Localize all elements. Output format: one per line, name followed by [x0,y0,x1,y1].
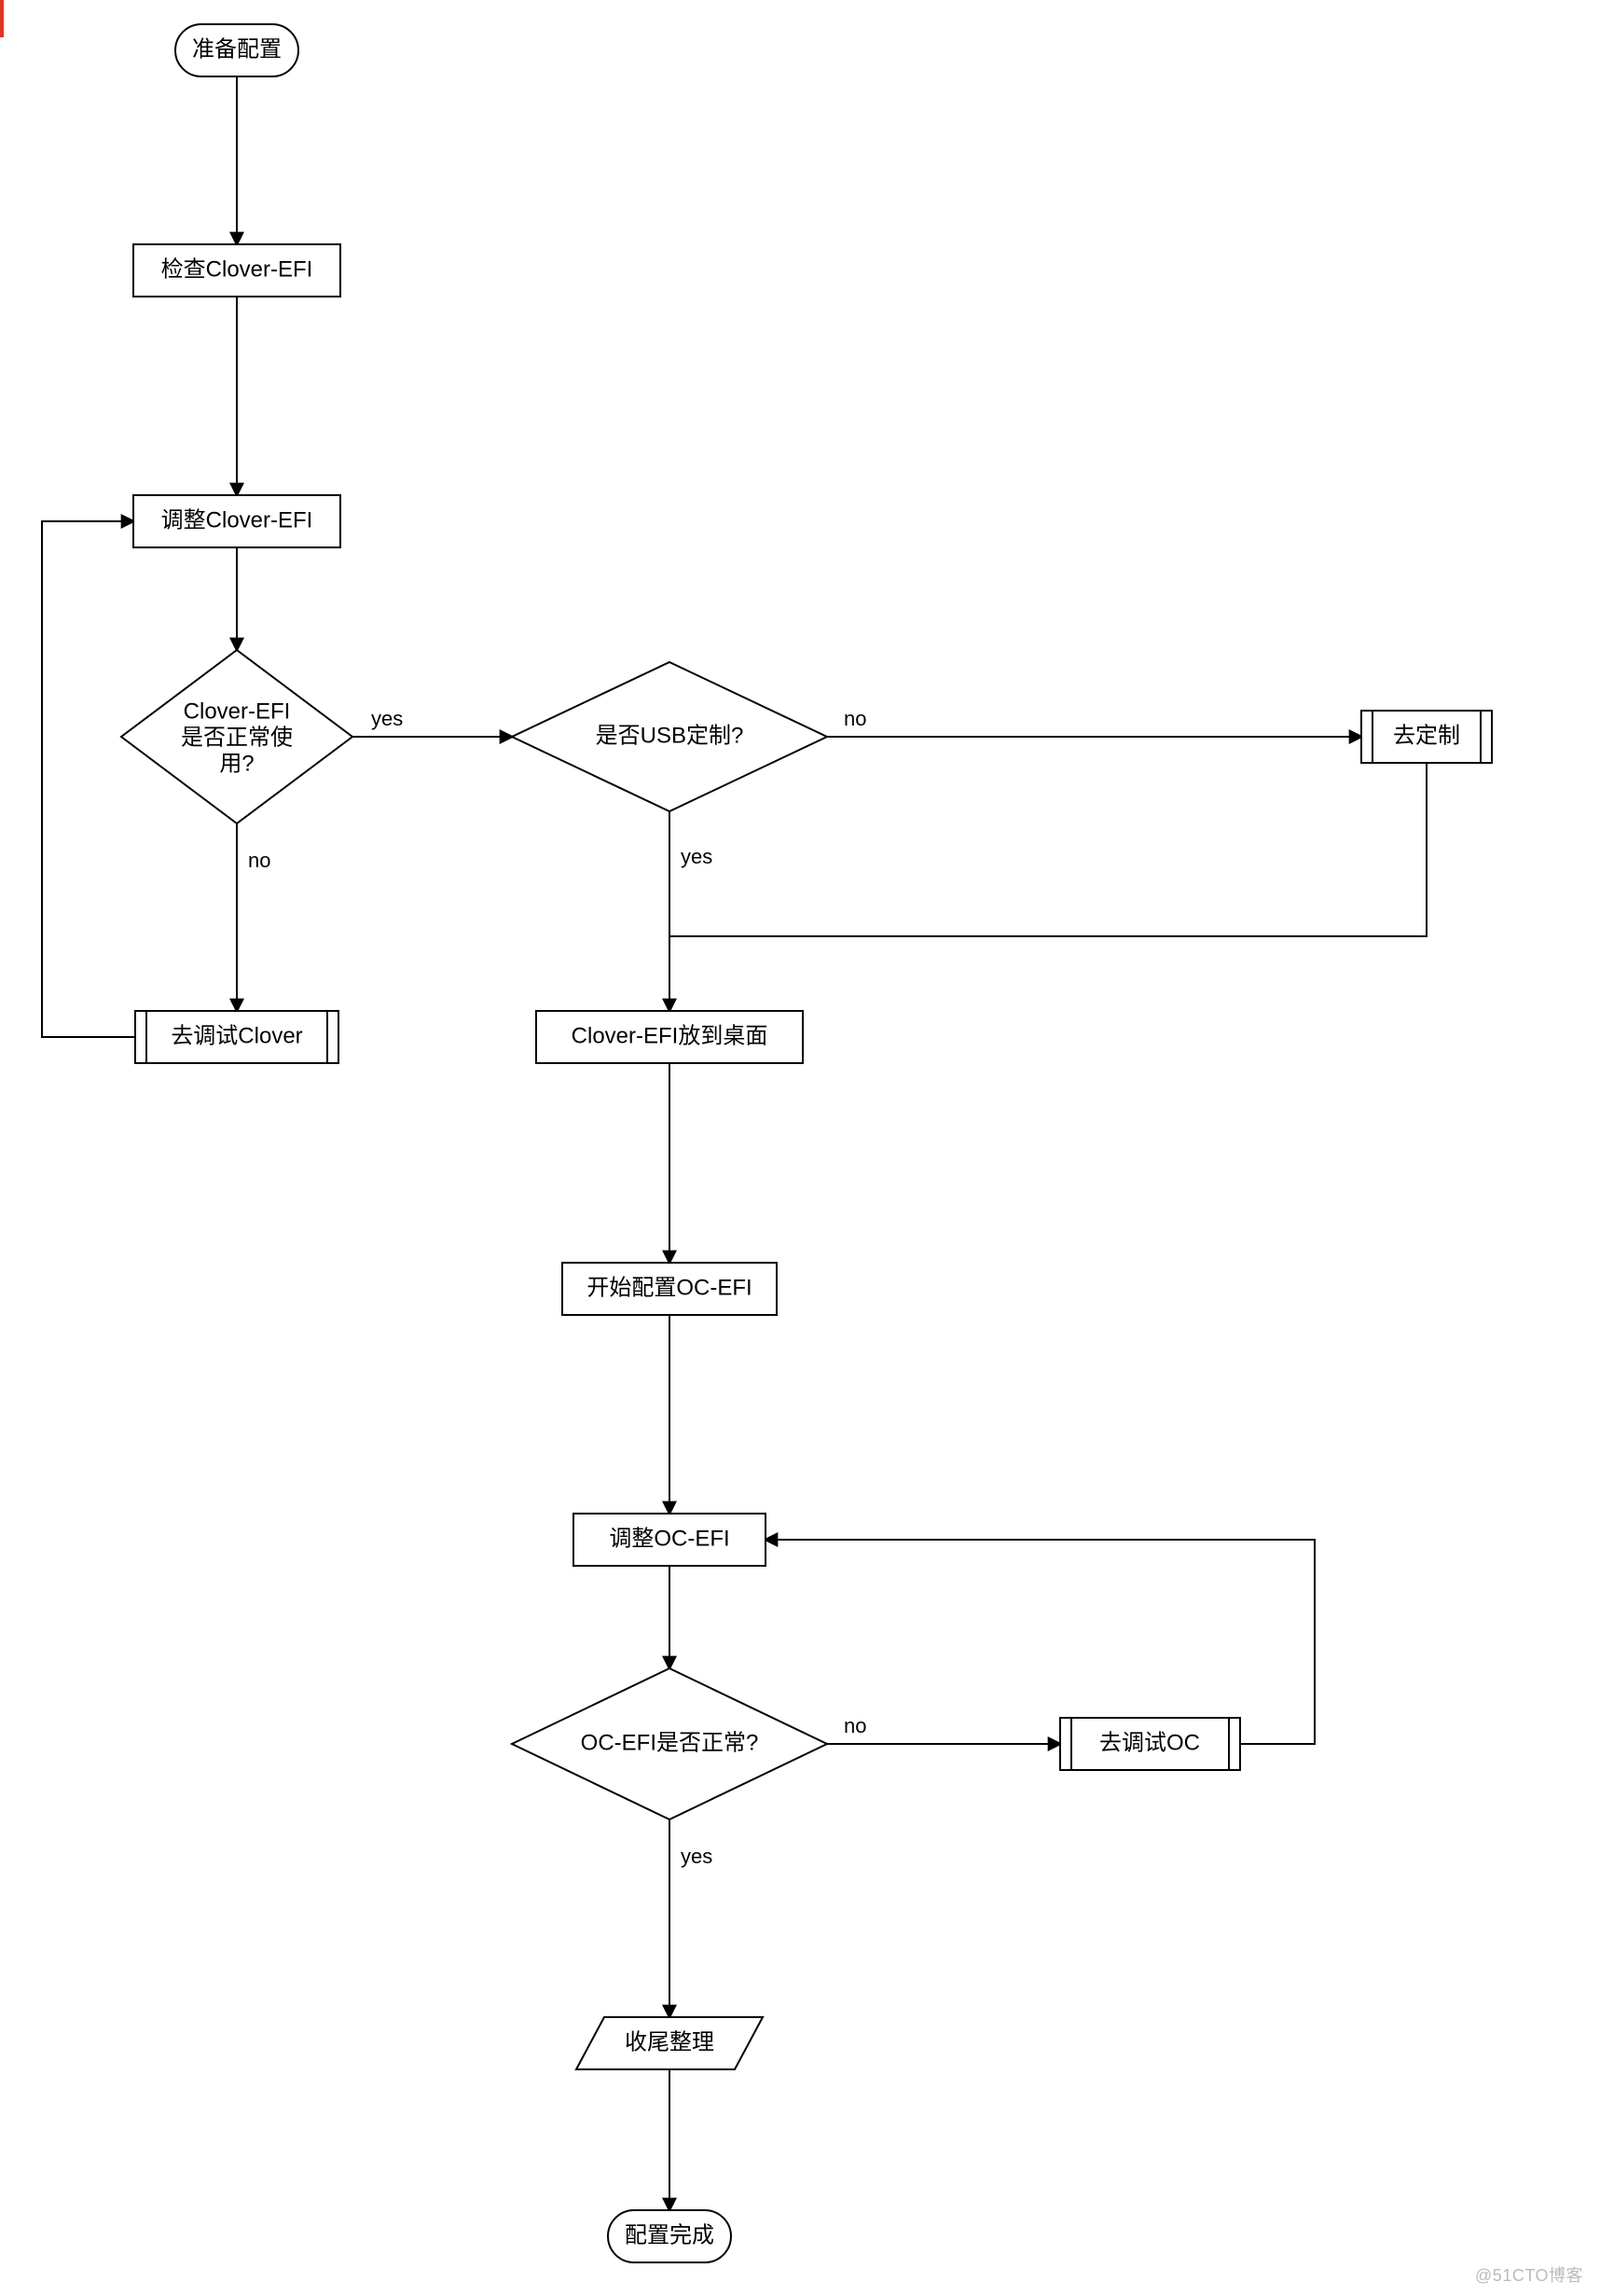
red-accent-bar [0,0,4,37]
node-oc-ok-label: OC-EFI是否正常? [581,1730,759,1755]
node-clover-ok-l3: 用? [219,751,254,776]
node-clover-ok-l1: Clover-EFI [184,698,291,724]
label-usb-yes: yes [681,845,712,868]
edge-debugclover-loop [42,521,135,1037]
node-adjust-clover-label: 调整Clover-EFI [161,507,313,533]
node-start-oc-label: 开始配置OC-EFI [586,1275,752,1300]
node-adjust-oc: 调整OC-EFI [573,1514,766,1566]
node-cleanup: 收尾整理 [576,2017,763,2069]
node-usb-custom-label: 是否USB定制? [596,723,744,748]
watermark-text: @51CTO博客 [1475,2262,1583,2287]
node-start-label: 准备配置 [192,36,282,62]
node-clover-ok: Clover-EFI 是否正常使 用? [121,650,352,823]
label-usb-no: no [844,707,866,730]
node-adjust-oc-label: 调整OC-EFI [609,1526,729,1551]
node-debug-clover-label: 去调试Clover [171,1023,302,1048]
node-start-oc: 开始配置OC-EFI [562,1263,777,1315]
label-cloverok-no: no [248,849,270,872]
node-go-custom-label: 去定制 [1393,723,1460,748]
node-adjust-clover: 调整Clover-EFI [133,495,340,547]
node-oc-ok: OC-EFI是否正常? [512,1668,827,1819]
label-cloverok-yes: yes [371,707,403,730]
node-efi-desktop: Clover-EFI放到桌面 [536,1011,803,1063]
node-end: 配置完成 [608,2210,731,2262]
node-end-label: 配置完成 [625,2222,714,2248]
edge-gocustom-return [669,763,1427,936]
node-start: 准备配置 [175,24,298,76]
node-cleanup-label: 收尾整理 [625,2029,714,2054]
node-go-custom: 去定制 [1361,711,1492,763]
node-debug-oc-label: 去调试OC [1099,1730,1200,1755]
node-debug-oc: 去调试OC [1060,1718,1240,1770]
node-usb-custom: 是否USB定制? [512,662,827,811]
node-clover-ok-l2: 是否正常使 [181,725,293,750]
node-debug-clover: 去调试Clover [135,1011,338,1063]
flowchart-canvas: yes no no yes no yes 准备配置 检查Clover-EFI 调… [0,0,1600,2296]
node-check-clover-label: 检查Clover-EFI [161,256,313,282]
node-efi-desktop-label: Clover-EFI放到桌面 [572,1023,768,1048]
node-check-clover: 检查Clover-EFI [133,244,340,297]
label-ocok-no: no [844,1714,866,1737]
label-ocok-yes: yes [681,1845,712,1868]
